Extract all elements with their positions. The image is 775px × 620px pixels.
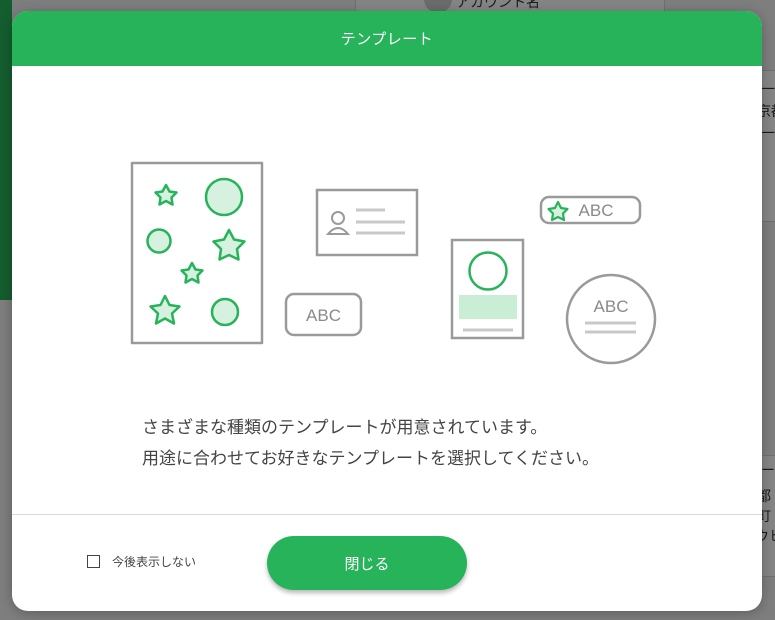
business-card-icon bbox=[315, 188, 419, 257]
dont-show-again-label: 今後表示しない bbox=[112, 555, 197, 569]
badge-text: ABC bbox=[579, 201, 614, 220]
id-card-icon bbox=[450, 238, 525, 340]
sticker-text: ABC bbox=[594, 297, 629, 316]
badge-icon: ABC bbox=[539, 195, 642, 225]
template-illustration: ABC ABC ABC bbox=[130, 161, 657, 365]
poster-template-icon bbox=[130, 161, 264, 345]
round-sticker-icon: ABC bbox=[565, 273, 657, 365]
modal-title: テンプレート bbox=[340, 30, 434, 48]
template-modal: テンプレート ABC ABC ABC さまざまな種類のテンプレートが用意されてい… bbox=[12, 11, 762, 611]
description-line: さまざまな種類のテンプレートが用意されています。 bbox=[142, 418, 548, 438]
footer-divider bbox=[12, 514, 762, 515]
description-line: 用途に合わせてお好きなテンプレートを選択してください。 bbox=[142, 449, 599, 469]
close-button[interactable]: 閉じる bbox=[267, 536, 467, 590]
dont-show-again-checkbox[interactable] bbox=[87, 555, 100, 568]
modal-header: テンプレート bbox=[12, 11, 762, 66]
dont-show-again-option[interactable]: 今後表示しない bbox=[87, 553, 196, 570]
modal-description: さまざまな種類のテンプレートが用意されています。 用途に合わせてお好きなテンプレ… bbox=[142, 413, 702, 475]
text-label-icon: ABC bbox=[284, 292, 363, 337]
label-text: ABC bbox=[306, 306, 341, 325]
